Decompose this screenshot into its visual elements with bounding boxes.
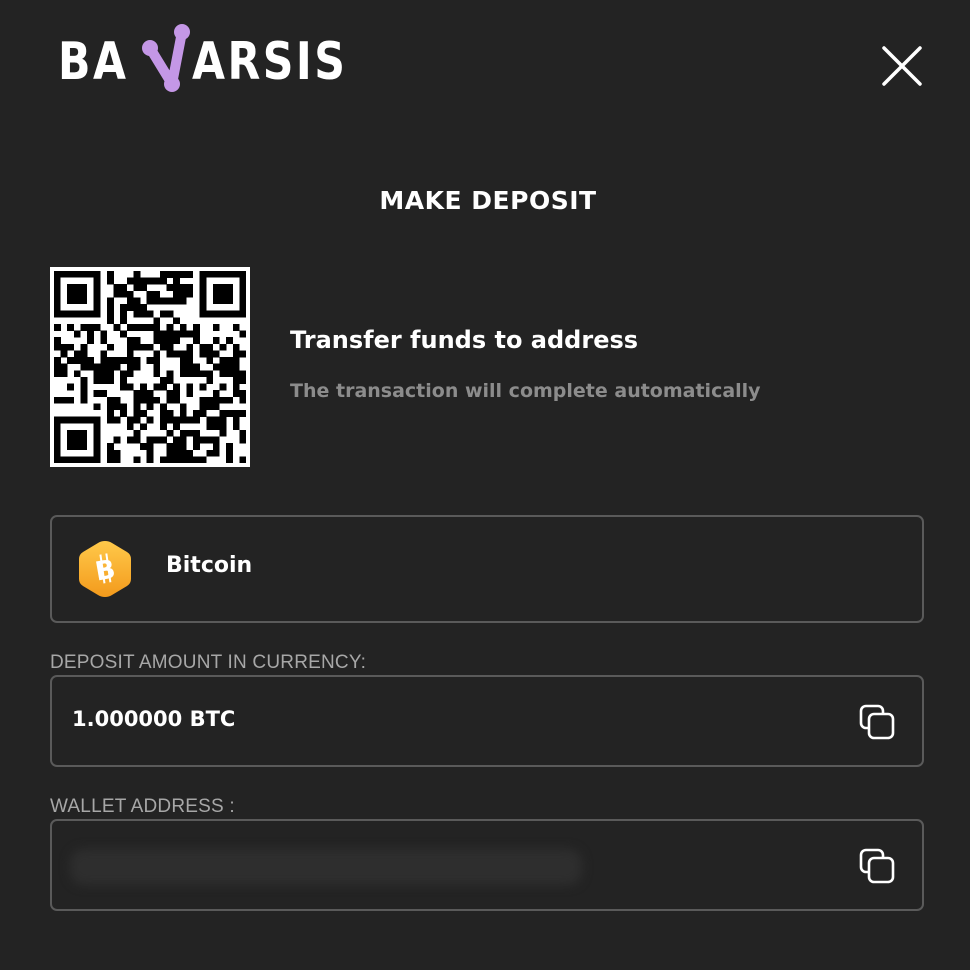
page-title: MAKE DEPOSIT	[379, 186, 597, 215]
brand-logo: BA ARSIS	[58, 18, 348, 98]
close-icon	[882, 46, 922, 86]
wallet-address-value	[70, 849, 582, 885]
deposit-amount-field: 1.000000 BTC	[50, 675, 924, 767]
logo-mark-icon	[142, 24, 190, 92]
deposit-amount-label: DEPOSIT AMOUNT IN CURRENCY:	[50, 652, 367, 673]
wallet-address-field	[50, 819, 924, 911]
deposit-amount-value: 1.000000 BTC	[72, 707, 236, 731]
currency-name: Bitcoin	[166, 553, 253, 578]
qr-code-image	[50, 267, 250, 467]
copy-icon	[859, 848, 895, 884]
logo-text-right: ARSIS	[192, 32, 348, 92]
transfer-title: Transfer funds to address	[290, 326, 639, 354]
copy-address-button[interactable]	[858, 847, 896, 885]
logo-text-left: BA	[58, 32, 129, 92]
currency-selector[interactable]: B Bitcoin	[50, 515, 924, 623]
close-button[interactable]	[880, 44, 924, 88]
copy-icon	[859, 704, 895, 740]
wallet-address-label: WALLET ADDRESS :	[50, 796, 235, 817]
deposit-modal: BA ARSIS MAKE DEPOSIT Transfer funds to …	[0, 0, 970, 970]
transfer-subtitle: The transaction will complete automatica…	[290, 380, 761, 402]
copy-amount-button[interactable]	[858, 703, 896, 741]
bitcoin-icon: B	[79, 541, 131, 597]
